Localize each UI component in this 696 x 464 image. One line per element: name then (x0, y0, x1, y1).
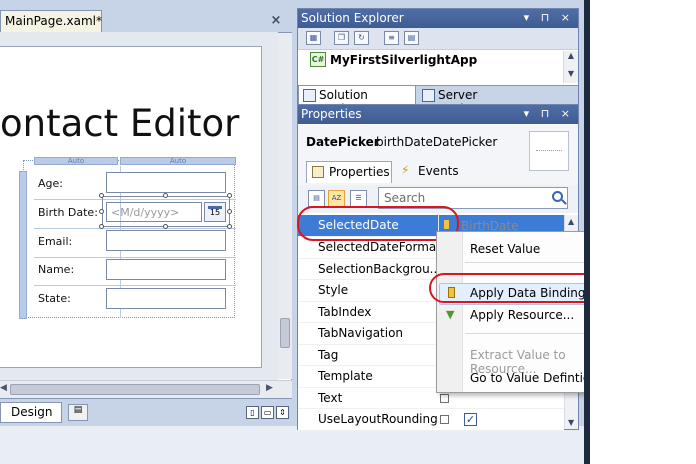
property-name: TabNavigation (318, 326, 404, 340)
grid-row-divider (34, 228, 236, 229)
properties-title: Properties (301, 107, 362, 121)
column-ruler-1[interactable]: Auto (34, 157, 118, 165)
column-ruler-2[interactable]: Auto (120, 157, 236, 165)
element-preview-thumbnail (529, 131, 569, 171)
state-textbox[interactable] (106, 288, 226, 309)
search-icon[interactable] (552, 191, 563, 202)
split-vertical-icon[interactable]: ▯ (246, 406, 259, 419)
solution-explorer-icon (303, 89, 316, 102)
property-name: Style (318, 283, 349, 297)
highlight-oval (297, 206, 459, 241)
checkbox[interactable]: ✓ (464, 413, 477, 426)
name-label: Name: (38, 263, 75, 276)
menu-item-apply-resource[interactable]: Apply Resource... (470, 308, 574, 322)
document-tab-label: MainPage.xaml* (5, 14, 102, 28)
scroll-thumb[interactable] (10, 384, 260, 395)
explorer-tab-strip: Solution Explorer Server Explorer (298, 85, 578, 116)
tab-properties[interactable]: Properties (306, 161, 392, 183)
property-row[interactable]: UseLayoutRounding ✓ (298, 409, 564, 431)
email-label: Email: (38, 235, 73, 248)
grid-row-divider (34, 257, 236, 258)
property-name: Tag (318, 347, 339, 362)
property-name: SelectedDateFormat (318, 240, 441, 254)
resize-handle[interactable] (163, 193, 168, 198)
property-name: SelectionBackgrou... (318, 261, 442, 276)
server-explorer-icon (422, 89, 435, 102)
grid-row-divider (34, 285, 236, 286)
resize-handle[interactable] (227, 224, 232, 229)
tab-solution-explorer[interactable]: Solution Explorer (298, 86, 416, 116)
properties-title-bar[interactable]: Properties ▾ ⊓ × (298, 105, 578, 124)
view-designer-icon[interactable]: ▤ (404, 31, 419, 45)
view-code-icon[interactable]: ≡ (384, 31, 399, 45)
scroll-up-icon[interactable]: ▲ (568, 217, 574, 226)
scroll-thumb[interactable] (280, 318, 290, 348)
designer-vertical-scrollbar[interactable] (278, 33, 292, 379)
design-view-tab-label: Design (11, 405, 53, 419)
age-textbox[interactable] (106, 172, 226, 193)
solution-explorer-title-bar[interactable]: Solution Explorer ▾ ⊓ × (298, 9, 578, 28)
property-name: Template (318, 369, 373, 383)
resize-handle[interactable] (99, 209, 104, 214)
row-ruler[interactable] (19, 171, 27, 319)
search-placeholder: Search (384, 191, 426, 205)
birth-date-datepicker-text[interactable]: <M/d/yyyy> (106, 202, 202, 222)
state-label: State: (38, 292, 71, 305)
close-document-icon[interactable]: × (268, 13, 284, 29)
property-marker-icon[interactable] (440, 393, 449, 403)
menu-item-reset-value[interactable]: Reset Value (470, 242, 540, 256)
birth-date-label: Birth Date: (38, 206, 98, 219)
email-textbox[interactable] (106, 230, 226, 251)
age-label: Age: (38, 177, 63, 190)
view-switch-bar: Design ▤ ▯ ▭ ⇕ (0, 398, 292, 426)
design-view-tab[interactable]: Design (0, 402, 62, 423)
tab-events[interactable]: ⚡ Events (396, 161, 466, 183)
properties-tab-icon (312, 166, 324, 178)
resize-handle[interactable] (99, 193, 104, 198)
resize-handle[interactable] (227, 209, 232, 214)
tab-properties-label: Properties (329, 165, 390, 179)
project-name: MyFirstSilverlightApp (330, 53, 478, 67)
solution-explorer-scrollbar[interactable]: ▲ ▼ (563, 51, 578, 83)
xaml-view-icon[interactable]: ▤ (68, 404, 88, 421)
property-name: UseLayoutRounding (318, 412, 438, 426)
name-textbox[interactable] (106, 259, 226, 280)
properties-icon[interactable]: ▦ (306, 31, 321, 45)
solution-explorer-toolbar: ▦ ❐ ↻ ≡ ▤ (298, 28, 578, 50)
document-tab[interactable]: MainPage.xaml* (0, 10, 102, 32)
element-type: DatePicker (306, 135, 380, 149)
panel-window-buttons[interactable]: ▾ ⊓ × (524, 107, 574, 120)
panel-window-buttons[interactable]: ▾ ⊓ × (524, 11, 574, 24)
sort-by-source-icon[interactable]: ☰ (350, 190, 367, 207)
resource-icon: ▼ (446, 308, 455, 321)
project-node[interactable]: C# MyFirstSilverlightApp (310, 52, 478, 67)
resize-handle[interactable] (227, 193, 232, 198)
resize-handle[interactable] (163, 224, 168, 229)
element-name[interactable]: birthDateDatePicker (376, 135, 497, 149)
csharp-project-icon: C# (310, 52, 326, 67)
split-horizontal-icon[interactable]: ▭ (261, 406, 274, 419)
sort-alphabetical-icon[interactable]: AZ (328, 190, 345, 207)
page-heading: ontact Editor (0, 102, 240, 145)
property-name: TabIndex (318, 304, 372, 319)
resize-handle[interactable] (99, 224, 104, 229)
tab-events-label: Events (418, 164, 459, 178)
property-name: Text (318, 390, 343, 405)
solution-explorer-panel: Solution Explorer ▾ ⊓ × ▦ ❐ ↻ ≡ ▤ C# MyF… (297, 8, 579, 116)
property-marker-icon[interactable] (440, 415, 449, 424)
solution-explorer-title: Solution Explorer (301, 11, 404, 25)
categorize-icon[interactable]: ▤ (308, 190, 325, 207)
show-all-files-icon[interactable]: ❐ (334, 31, 349, 45)
collapse-pane-icon[interactable]: ⇕ (276, 406, 289, 419)
scroll-right-icon[interactable]: ▶ (266, 383, 278, 393)
tab-server-explorer[interactable]: Server Explorer (418, 86, 530, 116)
calendar-day: 15 (209, 208, 221, 217)
refresh-icon[interactable]: ↻ (354, 31, 369, 45)
scroll-down-icon[interactable]: ▼ (568, 418, 574, 427)
desktop-background (590, 0, 696, 464)
lightning-icon: ⚡ (401, 163, 410, 177)
designer-horizontal-scrollbar[interactable]: ◀ ▶ (0, 380, 292, 398)
calendar-icon[interactable]: 15 (204, 202, 226, 222)
status-area (0, 426, 600, 464)
